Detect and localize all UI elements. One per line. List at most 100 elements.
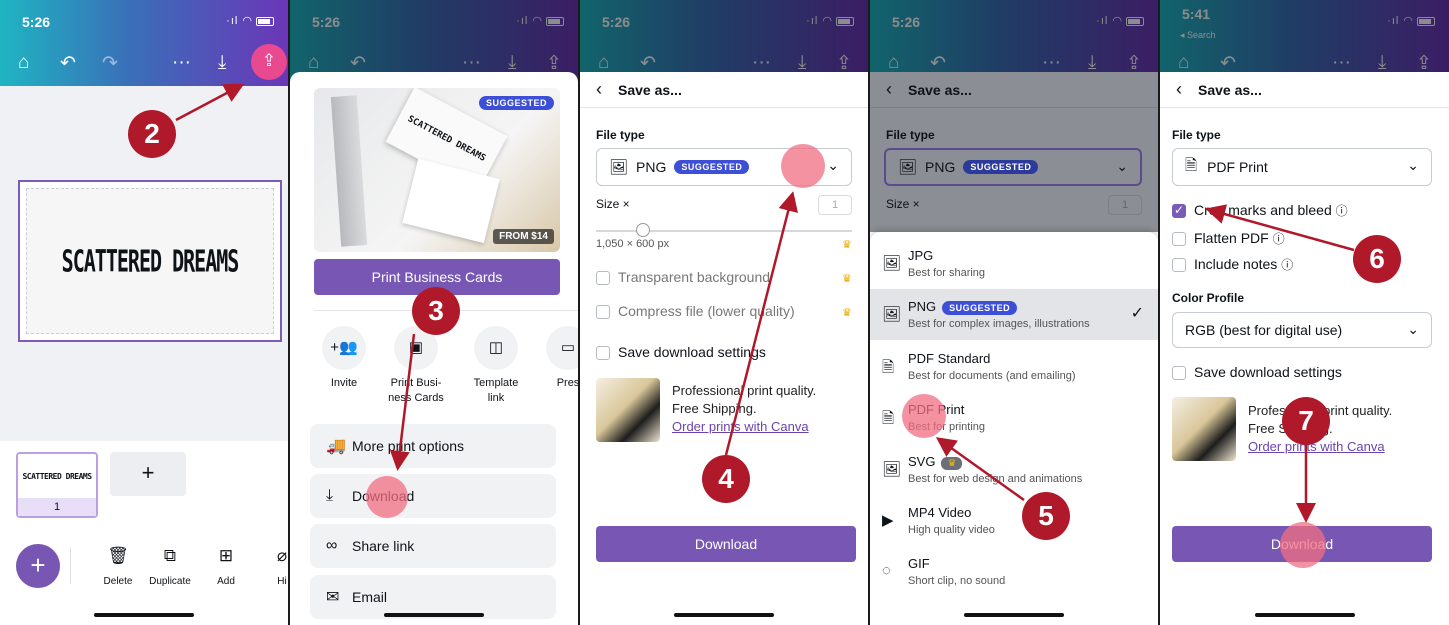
crown-icon: ♛ bbox=[842, 239, 852, 251]
size-slider[interactable] bbox=[596, 230, 852, 232]
status-icons: ·ıl ◠ bbox=[1096, 14, 1144, 27]
download-icon: ⤓ bbox=[1378, 52, 1387, 73]
share-option-3[interactable]: ▭ Pres bbox=[538, 326, 578, 391]
add-page-button[interactable]: + bbox=[110, 452, 186, 496]
panel-file-type-list: 5:26 ·ıl ◠ ⌂ ↶ ··· ⤓ ⇪ ‹ Save as... File… bbox=[870, 0, 1158, 625]
file-type-svg[interactable]: 🖼 SVG ♛ Best for web design and animations bbox=[870, 444, 1158, 495]
file-type-value: PDF Print bbox=[1207, 159, 1268, 175]
menu-label: Share link bbox=[352, 538, 415, 554]
back-chevron-icon[interactable]: ‹ bbox=[596, 79, 602, 100]
redo-icon[interactable]: ↷ bbox=[102, 52, 118, 75]
home-icon[interactable]: ⌂ bbox=[18, 52, 29, 74]
menu-label: More print options bbox=[352, 438, 465, 454]
menu-download[interactable]: ⤓Download bbox=[310, 474, 556, 518]
more-icon[interactable]: ··· bbox=[172, 52, 191, 74]
home-indicator bbox=[1254, 613, 1355, 617]
top-toolbar: 5:26 ·ıl ◠ ⌂ ↶ ↷ ··· ⤓ ⇪ bbox=[0, 0, 288, 86]
sheet-header: ‹ Save as... bbox=[580, 72, 868, 108]
design-canvas[interactable]: SCATTERED DREAMS bbox=[18, 180, 282, 342]
back-chevron-icon[interactable]: ‹ bbox=[1176, 79, 1182, 100]
file-type-desc: Best for documents (and emailing) bbox=[908, 370, 1076, 382]
home-indicator bbox=[674, 613, 774, 617]
status-icons: ·ıl ◠ bbox=[226, 14, 274, 27]
transparent-bg-option[interactable]: Transparent background bbox=[596, 269, 770, 286]
size-input[interactable]: 1 bbox=[818, 195, 852, 215]
home-indicator bbox=[964, 613, 1064, 617]
download-icon[interactable]: ⤓ bbox=[218, 52, 226, 74]
slider-thumb[interactable] bbox=[636, 223, 650, 237]
file-type-mp4-video[interactable]: ▶ MP4 Video High quality video bbox=[870, 495, 1158, 546]
share-option-2[interactable]: ◫ Template link bbox=[466, 326, 526, 406]
sheet-title: Save as... bbox=[1198, 82, 1262, 98]
file-type-pdf-standard[interactable]: 🗎 PDF Standard Best for documents (and ema… bbox=[870, 341, 1158, 392]
share-icon[interactable]: ⇪ bbox=[251, 44, 287, 80]
flatten-pdf-option[interactable]: Flatten PDF ⓘ bbox=[1172, 230, 1285, 247]
file-type-label: File type bbox=[1172, 128, 1221, 142]
file-type-label: File type bbox=[596, 128, 645, 142]
compress-option[interactable]: Compress file (lower quality) bbox=[596, 303, 795, 320]
share-option-label: Invite bbox=[330, 377, 358, 389]
home-indicator bbox=[384, 613, 484, 617]
home-indicator bbox=[94, 613, 194, 617]
chevron-down-icon: ⌄ bbox=[1116, 158, 1128, 174]
order-prints-link[interactable]: Order prints with Canva bbox=[672, 418, 816, 436]
canvas-title: SCATTERED DREAMS bbox=[61, 243, 240, 279]
menu-label: Email bbox=[352, 589, 388, 605]
home-icon: ⌂ bbox=[1178, 52, 1190, 73]
add-tool[interactable]: ⊞ Add bbox=[196, 546, 256, 587]
save-settings-option[interactable]: Save download settings bbox=[596, 344, 766, 361]
save-settings-option[interactable]: Save download settings bbox=[1172, 364, 1342, 381]
suggested-badge: SUGGESTED bbox=[963, 160, 1039, 174]
document-icon: 🗎 bbox=[1185, 156, 1198, 174]
info-icon: ⓘ bbox=[1272, 232, 1285, 246]
share-option-1[interactable]: ▣ Print Busi- ness Cards bbox=[386, 326, 446, 406]
step-badge-6: 6 bbox=[1353, 235, 1401, 283]
back-chevron-icon: ‹ bbox=[886, 79, 892, 99]
image-icon: 🖼 bbox=[898, 159, 918, 176]
image-icon: 🖼 bbox=[882, 461, 902, 478]
size-label: Size × bbox=[596, 197, 630, 211]
sheet-header: ‹ Save as... bbox=[1160, 72, 1449, 108]
ruler bbox=[330, 95, 368, 247]
tool-label: Hi bbox=[277, 576, 287, 587]
tap-marker bbox=[366, 476, 408, 518]
fab-add-button[interactable]: + bbox=[16, 544, 60, 588]
tool-label: Duplicate bbox=[149, 576, 191, 587]
file-type-label: File type bbox=[886, 128, 935, 142]
size-label: Size × bbox=[886, 197, 920, 211]
include-notes-option[interactable]: Include notes ⓘ bbox=[1172, 256, 1293, 273]
promo-image bbox=[1172, 397, 1236, 461]
status-time: 5:26 bbox=[312, 14, 341, 30]
order-prints-link[interactable]: Order prints with Canva bbox=[1248, 438, 1392, 456]
file-type-select[interactable]: 🗎 PDF Print ⌄ bbox=[1172, 148, 1432, 186]
divider bbox=[70, 548, 71, 584]
color-profile-label: Color Profile bbox=[1172, 291, 1245, 305]
hi-tool[interactable]: ⌀ Hi bbox=[252, 546, 288, 587]
file-type-png[interactable]: 🖼 PNG SUGGESTED Best for complex images, il… bbox=[870, 289, 1158, 340]
file-type-jpg[interactable]: 🖼 JPG Best for sharing bbox=[870, 238, 1158, 289]
panel-editor: 5:26 ·ıl ◠ ⌂ ↶ ↷ ··· ⤓ ⇪ SCATTERED DREAM… bbox=[0, 0, 288, 625]
tap-marker bbox=[1280, 522, 1326, 568]
delete-tool[interactable]: 🗑 Delete bbox=[88, 546, 148, 587]
sheet-header: ‹ Save as... bbox=[870, 72, 1158, 108]
thumb-text: SCATTERED DREAMS bbox=[22, 471, 92, 481]
color-profile-select[interactable]: RGB (best for digital use) ⌄ bbox=[1172, 312, 1432, 348]
file-type-name: MP4 Video bbox=[908, 505, 972, 520]
present-icon: ▭ bbox=[546, 326, 578, 370]
menu-more-print-options[interactable]: 🚚 More print options bbox=[310, 424, 556, 468]
hide-icon: ⌀ bbox=[276, 546, 288, 565]
back-to-app[interactable]: ◂ Search bbox=[1180, 30, 1216, 41]
more-icon: ··· bbox=[1332, 52, 1351, 73]
crop-marks-option[interactable]: Crop marks and bleed ⓘ bbox=[1172, 202, 1348, 219]
duplicate-tool[interactable]: ⧉ Duplicate bbox=[140, 546, 200, 587]
status-time: 5:41 bbox=[1182, 6, 1211, 22]
file-type-gif[interactable]: ◌ GIF Short clip, no sound bbox=[870, 546, 1158, 597]
share-option-label: Print Busi- ness Cards bbox=[388, 377, 444, 404]
suggested-badge: SUGGESTED bbox=[942, 301, 1018, 315]
page-thumbnail[interactable]: SCATTERED DREAMS 1 bbox=[16, 452, 98, 518]
download-button[interactable]: Download bbox=[596, 526, 856, 562]
menu-share-link[interactable]: ∞ Share link bbox=[310, 524, 556, 568]
print-promo-image[interactable]: SCATTERED DREAMS SUGGESTED FROM $14 bbox=[314, 88, 560, 252]
undo-icon[interactable]: ↶ bbox=[60, 52, 76, 75]
share-option-0[interactable]: +👥 Invite bbox=[314, 326, 374, 391]
